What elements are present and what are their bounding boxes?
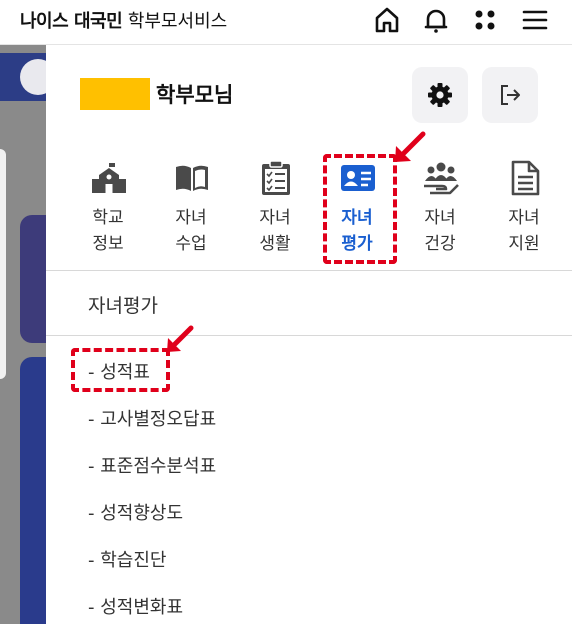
backdrop-blue-card bbox=[20, 357, 46, 624]
section-title: 자녀평가 bbox=[88, 295, 158, 317]
bell-icon[interactable] bbox=[421, 5, 451, 35]
people-hand-icon bbox=[424, 162, 459, 195]
menu-child-health[interactable]: 자녀건강 bbox=[404, 153, 476, 265]
menu-label-line1: 자녀 bbox=[508, 208, 540, 228]
hamburger-menu-icon[interactable] bbox=[520, 5, 550, 35]
logout-icon bbox=[501, 85, 520, 105]
name-redaction-block bbox=[80, 78, 150, 110]
menu-label-line1: 자녀 bbox=[175, 208, 207, 228]
menu-child-class[interactable]: 자녀수업 bbox=[155, 153, 227, 265]
menu-label-line2: 지원 bbox=[508, 234, 540, 254]
sub-item-standard-score[interactable]: - 표준점수분석표 bbox=[88, 452, 216, 478]
sub-item-exam-answers[interactable]: - 고사별정오답표 bbox=[88, 405, 216, 431]
red-arrow-icon bbox=[167, 325, 194, 352]
divider bbox=[46, 335, 572, 336]
side-menu-panel: 학부모님 학교 정보 자녀 수업 자녀 생활 자녀 평가 자녀 건강 자녀 지원… bbox=[46, 45, 572, 624]
sub-item-grade-change[interactable]: - 성적변화표 bbox=[88, 593, 183, 619]
menu-label-line1: 자녀 bbox=[424, 208, 456, 228]
logout-button[interactable] bbox=[482, 67, 538, 123]
menu-label-line2: 정보 bbox=[92, 234, 124, 254]
backdrop-purple-card bbox=[20, 215, 46, 343]
apps-grid-icon[interactable] bbox=[470, 5, 500, 35]
menu-label-line2: 수업 bbox=[175, 234, 207, 254]
brand-name-bold: 나이스 대국민 bbox=[20, 11, 123, 32]
highlight-box-report-card bbox=[71, 348, 170, 392]
menu-child-support[interactable]: 자녀지원 bbox=[488, 153, 560, 265]
document-icon bbox=[511, 160, 540, 196]
menu-label-line1: 학교 bbox=[92, 208, 124, 228]
menu-school-info[interactable]: 학교정보 bbox=[72, 153, 144, 265]
sub-item-improvement[interactable]: - 성적향상도 bbox=[88, 499, 183, 525]
gear-icon bbox=[428, 83, 452, 107]
divider bbox=[46, 270, 572, 271]
book-icon bbox=[176, 165, 208, 191]
menu-label-line1: 자녀 bbox=[259, 208, 291, 228]
brand-title[interactable]: 나이스 대국민 학부모서비스 bbox=[20, 7, 227, 33]
school-icon bbox=[92, 161, 126, 193]
user-name: 학부모님 bbox=[156, 83, 234, 107]
backdrop-card bbox=[0, 149, 6, 379]
brand-name-service: 학부모서비스 bbox=[127, 11, 228, 32]
menu-label-line2: 건강 bbox=[424, 234, 456, 254]
settings-button[interactable] bbox=[412, 67, 468, 123]
sub-item-learning-diagnosis[interactable]: - 학습진단 bbox=[88, 546, 166, 572]
highlight-box-evaluation bbox=[323, 154, 397, 264]
red-arrow-icon bbox=[395, 131, 426, 162]
home-icon[interactable] bbox=[372, 5, 402, 35]
top-bar: 나이스 대국민 학부모서비스 bbox=[0, 0, 572, 45]
clipboard-icon bbox=[262, 160, 290, 195]
menu-label-line2: 생활 bbox=[259, 234, 291, 254]
menu-child-life[interactable]: 자녀생활 bbox=[239, 153, 311, 265]
dimmed-backdrop[interactable] bbox=[0, 45, 46, 624]
